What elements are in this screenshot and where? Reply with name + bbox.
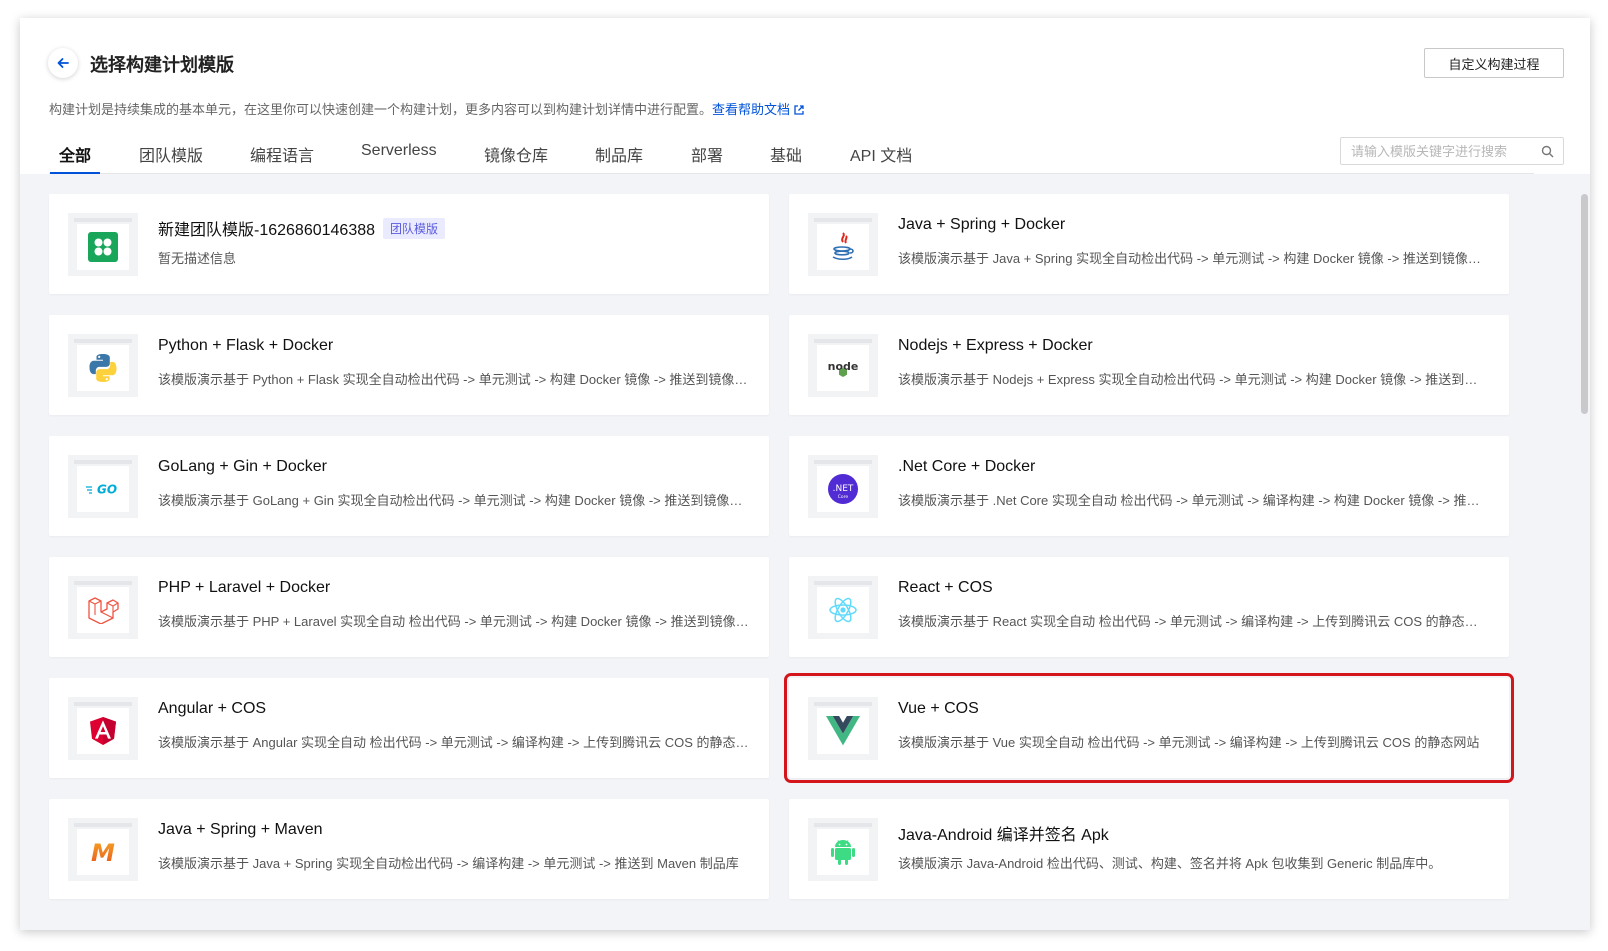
card-icon-frame xyxy=(808,576,878,639)
card-description: 该模版演示基于 Java + Spring 实现全自动检出代码 -> 单元测试 … xyxy=(898,251,1490,266)
card-icon-frame xyxy=(808,697,878,760)
android-icon xyxy=(831,840,855,865)
vue-icon xyxy=(826,716,860,746)
template-card[interactable]: GO GoLang + Gin + Docker 该模版演示基于 GoLang … xyxy=(49,436,769,536)
card-icon-frame xyxy=(68,576,138,639)
arrow-left-icon xyxy=(57,58,69,68)
tab-all[interactable]: 全部 xyxy=(49,142,101,174)
card-description: 该模版演示基于 Vue 实现全自动 检出代码 -> 单元测试 -> 编译构建 -… xyxy=(898,735,1480,750)
description-text: 构建计划是持续集成的基本单元，在这里你可以快速创建一个构建计划，更多内容可以到构… xyxy=(49,102,713,117)
card-title: Java + Spring + Maven xyxy=(158,821,323,838)
vertical-scrollbar[interactable] xyxy=(1581,194,1588,414)
template-search-box xyxy=(1340,137,1564,165)
card-icon-frame: GO xyxy=(68,455,138,518)
card-description: 该模版演示基于 .Net Core 实现全自动 检出代码 -> 单元测试 -> … xyxy=(898,493,1490,508)
search-icon[interactable] xyxy=(1541,145,1554,158)
card-icon-frame xyxy=(68,213,138,276)
laravel-icon xyxy=(88,597,119,624)
tab-serverless[interactable]: Serverless xyxy=(361,142,437,174)
team-template-badge: 团队模版 xyxy=(383,218,446,239)
custom-build-button[interactable]: 自定义构建过程 xyxy=(1424,48,1564,78)
card-description: 该模版演示基于 React 实现全自动 检出代码 -> 单元测试 -> 编译构建… xyxy=(898,614,1490,629)
page-title: 选择构建计划模版 xyxy=(90,55,234,75)
card-description: 暂无描述信息 xyxy=(158,251,237,266)
python-icon xyxy=(89,354,117,382)
card-description: 该模版演示 Java-Android 检出代码、测试、构建、签名并将 Apk 包… xyxy=(898,856,1442,871)
card-title: Angular + COS xyxy=(158,700,267,717)
card-icon-frame: node xyxy=(808,334,878,397)
template-card[interactable]: Java + Spring + Docker 该模版演示基于 Java + Sp… xyxy=(789,194,1509,294)
card-title: GoLang + Gin + Docker xyxy=(158,458,327,475)
template-card[interactable]: node Nodejs + Express + Docker 该模版演示基于 N… xyxy=(789,315,1509,415)
card-icon-frame xyxy=(808,818,878,881)
external-link-icon xyxy=(794,105,804,115)
card-title: .Net Core + Docker xyxy=(898,458,1036,475)
template-card[interactable]: .NET Core .Net Core + Docker 该模版演示基于 .Ne… xyxy=(789,436,1509,536)
tab-programming-language[interactable]: 编程语言 xyxy=(250,142,314,174)
help-doc-link[interactable]: 查看帮助文档 xyxy=(712,102,805,117)
template-card[interactable]: Java-Android 编译并签名 Apk 该模版演示 Java-Androi… xyxy=(789,799,1509,899)
card-icon-frame xyxy=(68,697,138,760)
team-template-icon xyxy=(88,232,118,262)
dotnet-icon: .NET Core xyxy=(828,474,858,504)
card-description: 该模版演示基于 Nodejs + Express 实现全自动检出代码 -> 单元… xyxy=(898,372,1490,387)
page-header: 选择构建计划模版 自定义构建过程 构建计划是持续集成的基本单元，在这里你可以快速… xyxy=(20,18,1590,194)
card-description: 该模版演示基于 Angular 实现全自动 检出代码 -> 单元测试 -> 编译… xyxy=(158,735,750,750)
page-description: 构建计划是持续集成的基本单元，在这里你可以快速创建一个构建计划，更多内容可以到构… xyxy=(49,99,805,118)
react-icon xyxy=(829,597,857,623)
card-icon-frame xyxy=(808,213,878,276)
back-button[interactable] xyxy=(48,48,78,78)
template-card[interactable]: PHP + Laravel + Docker 该模版演示基于 PHP + Lar… xyxy=(49,557,769,657)
template-card[interactable]: Python + Flask + Docker 该模版演示基于 Python +… xyxy=(49,315,769,415)
tab-team-template[interactable]: 团队模版 xyxy=(139,142,203,174)
template-card[interactable]: Angular + COS 该模版演示基于 Angular 实现全自动 检出代码… xyxy=(49,678,769,778)
svg-text:M: M xyxy=(91,839,115,865)
nodejs-icon: node xyxy=(828,360,858,377)
tab-artifact-repo[interactable]: 制品库 xyxy=(595,142,643,174)
golang-icon: GO xyxy=(86,483,117,497)
card-title: Python + Flask + Docker xyxy=(158,337,334,354)
category-tabs: 全部 团队模版 编程语言 Serverless 镜像仓库 制品库 部署 基础 A… xyxy=(49,136,1534,174)
card-title: Nodejs + Express + Docker xyxy=(898,337,1093,354)
card-description: 该模版演示基于 Python + Flask 实现全自动检出代码 -> 单元测试… xyxy=(158,372,750,387)
card-icon-frame: M xyxy=(68,818,138,881)
card-description: 该模版演示基于 GoLang + Gin 实现全自动检出代码 -> 单元测试 -… xyxy=(158,493,750,508)
template-card[interactable]: 新建团队模版-1626860146388 团队模版 暂无描述信息 xyxy=(49,194,769,294)
java-icon xyxy=(832,232,854,261)
template-card[interactable]: React + COS 该模版演示基于 React 实现全自动 检出代码 -> … xyxy=(789,557,1509,657)
template-card-grid: 新建团队模版-1626860146388 团队模版 暂无描述信息 Java + S… xyxy=(20,174,1590,930)
search-input[interactable] xyxy=(1341,138,1531,164)
tab-deploy[interactable]: 部署 xyxy=(691,142,723,174)
tab-image-registry[interactable]: 镜像仓库 xyxy=(484,142,548,174)
template-selection-window: 选择构建计划模版 自定义构建过程 构建计划是持续集成的基本单元，在这里你可以快速… xyxy=(20,18,1590,930)
card-title: Java + Spring + Docker xyxy=(898,216,1066,233)
card-title: 新建团队模版-1626860146388 团队模版 xyxy=(158,216,446,240)
card-title: Vue + COS xyxy=(898,700,979,717)
card-title: React + COS xyxy=(898,579,993,596)
angular-icon xyxy=(90,717,116,745)
svg-text:.NET: .NET xyxy=(833,484,854,494)
card-description: 该模版演示基于 Java + Spring 实现全自动检出代码 -> 编译构建 … xyxy=(158,856,739,871)
card-icon-frame xyxy=(68,334,138,397)
template-card-selected[interactable]: Vue + COS 该模版演示基于 Vue 实现全自动 检出代码 -> 单元测试… xyxy=(784,673,1514,783)
tab-basic[interactable]: 基础 xyxy=(770,142,802,174)
card-title: Java-Android 编译并签名 Apk xyxy=(898,827,1109,844)
tab-api-docs[interactable]: API 文档 xyxy=(850,142,912,174)
template-card[interactable]: M Java + Spring + Maven 该模版演示基于 Java + S… xyxy=(49,799,769,899)
card-description: 该模版演示基于 PHP + Laravel 实现全自动 检出代码 -> 单元测试… xyxy=(158,614,750,629)
svg-text:GO: GO xyxy=(97,483,117,497)
card-icon-frame: .NET Core xyxy=(808,455,878,518)
maven-icon: M xyxy=(91,839,115,865)
card-title: PHP + Laravel + Docker xyxy=(158,579,331,596)
svg-text:Core: Core xyxy=(838,494,849,500)
